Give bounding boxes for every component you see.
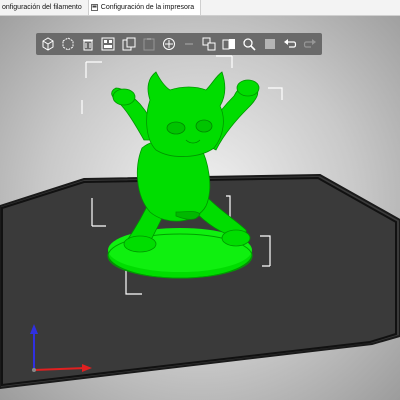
redo-icon xyxy=(303,39,316,48)
plater-toolbar xyxy=(36,33,322,55)
cat-model[interactable] xyxy=(107,71,260,279)
tab-filament-label: onfiguración del filamento xyxy=(2,4,82,11)
add-object-button[interactable] xyxy=(40,36,56,52)
printer-settings-icon xyxy=(90,4,98,11)
delete-button[interactable] xyxy=(60,36,76,52)
redo-button[interactable] xyxy=(302,36,318,52)
delete-all-button[interactable] xyxy=(80,36,96,52)
tab-bar: onfiguración del filamento Configuración… xyxy=(0,0,400,16)
split-parts-icon xyxy=(222,39,236,50)
copy-icon xyxy=(122,37,136,51)
remove-instance-button[interactable] xyxy=(181,36,197,52)
add-instance-button[interactable] xyxy=(161,36,177,52)
tab-printer-label: Configuración de la impresora xyxy=(100,4,195,11)
layers-button[interactable] xyxy=(262,36,278,52)
cube-delete-icon xyxy=(62,37,74,51)
tab-filament-settings[interactable]: onfiguración del filamento xyxy=(0,0,89,15)
tab-printer-settings[interactable]: Configuración de la impresora xyxy=(88,0,202,15)
trash-icon xyxy=(83,39,94,51)
paste-icon xyxy=(143,38,155,51)
undo-button[interactable] xyxy=(282,36,298,52)
scene-canvas xyxy=(0,55,400,390)
arrange-icon xyxy=(101,37,115,51)
split-objects-button[interactable] xyxy=(201,36,217,52)
plus-circle-icon xyxy=(162,38,175,50)
cube-add-icon xyxy=(42,37,54,51)
undo-icon xyxy=(283,39,296,48)
paste-button[interactable] xyxy=(141,36,157,52)
split-parts-button[interactable] xyxy=(221,36,237,52)
search-button[interactable] xyxy=(241,36,257,52)
layers-icon xyxy=(264,39,275,49)
copy-button[interactable] xyxy=(121,36,137,52)
arrange-button[interactable] xyxy=(100,36,116,52)
3d-viewport[interactable] xyxy=(0,16,400,400)
minus-icon xyxy=(184,43,193,45)
search-icon xyxy=(243,38,256,51)
split-objects-icon xyxy=(202,37,216,51)
